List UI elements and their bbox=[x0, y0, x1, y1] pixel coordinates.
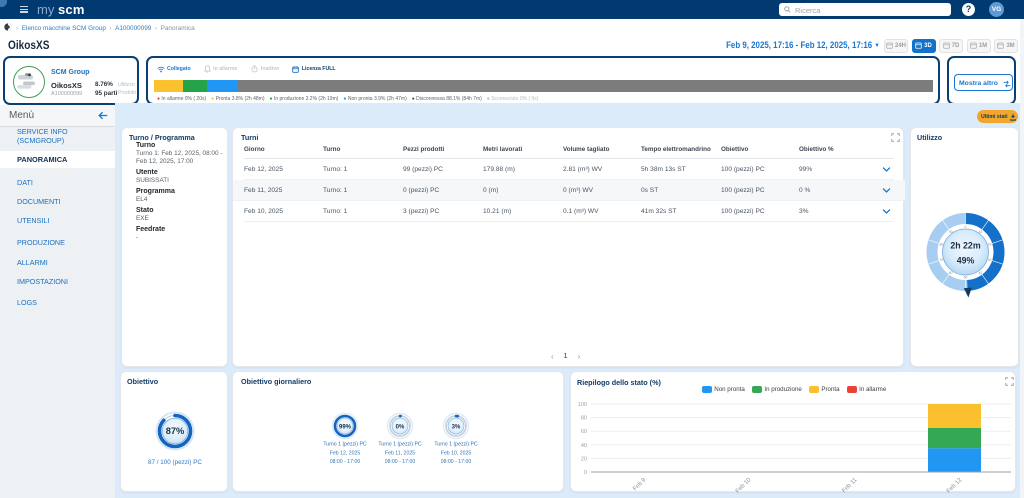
svg-text:49%: 49% bbox=[957, 256, 975, 266]
svg-text:Feb 11: Feb 11 bbox=[841, 477, 859, 493]
svg-text:0%: 0% bbox=[396, 424, 405, 430]
svg-text:Feb 10, 2025: Feb 10, 2025 bbox=[441, 451, 472, 457]
svg-text:0: 0 bbox=[584, 470, 587, 476]
svg-text:Feb 12, 2025: Feb 12, 2025 bbox=[330, 451, 361, 457]
svg-text:Turno 1 (pezzi) PC: Turno 1 (pezzi) PC bbox=[434, 442, 478, 448]
svg-text:80: 80 bbox=[940, 243, 944, 247]
svg-text:20: 20 bbox=[988, 243, 992, 247]
svg-text:2h 22m: 2h 22m bbox=[950, 241, 980, 251]
svg-text:70: 70 bbox=[940, 258, 944, 262]
svg-text:3%: 3% bbox=[452, 424, 461, 430]
svg-text:08:00 - 17:00: 08:00 - 17:00 bbox=[385, 459, 416, 465]
svg-text:Turno 1 (pezzi) PC: Turno 1 (pezzi) PC bbox=[378, 442, 422, 448]
svg-text:Feb 9: Feb 9 bbox=[632, 477, 648, 493]
svg-text:60: 60 bbox=[581, 429, 587, 435]
svg-text:30: 30 bbox=[988, 258, 992, 262]
svg-text:Turno 1 (pezzi) PC: Turno 1 (pezzi) PC bbox=[323, 442, 367, 448]
svg-text:50: 50 bbox=[964, 276, 968, 280]
svg-text:87%: 87% bbox=[166, 426, 185, 436]
svg-text:100: 100 bbox=[578, 402, 587, 408]
svg-text:08:00 - 17:00: 08:00 - 17:00 bbox=[441, 459, 472, 465]
svg-text:0: 0 bbox=[965, 225, 967, 229]
svg-text:Feb 12: Feb 12 bbox=[946, 477, 964, 493]
svg-text:80: 80 bbox=[581, 416, 587, 422]
svg-text:99%: 99% bbox=[339, 424, 352, 430]
svg-text:20: 20 bbox=[581, 456, 587, 462]
svg-text:Feb 11, 2025: Feb 11, 2025 bbox=[385, 451, 415, 457]
svg-text:Feb 10: Feb 10 bbox=[735, 477, 753, 493]
svg-text:60: 60 bbox=[949, 271, 953, 275]
svg-text:40: 40 bbox=[979, 271, 983, 275]
svg-text:40: 40 bbox=[581, 443, 587, 449]
svg-text:08:00 - 17:00: 08:00 - 17:00 bbox=[330, 459, 361, 465]
